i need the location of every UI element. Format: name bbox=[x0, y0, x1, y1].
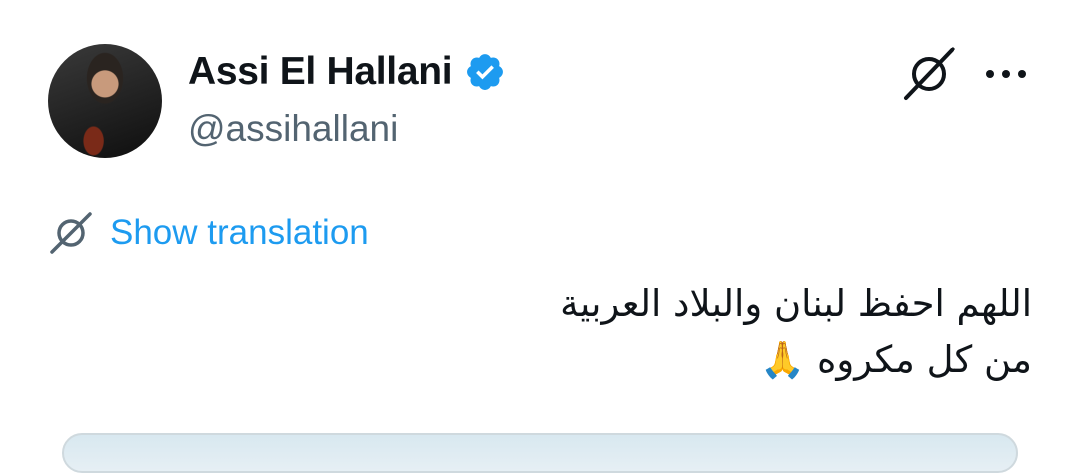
tweet-text: اللهم احفظ لبنان والبلاد العربية من كل م… bbox=[332, 276, 1032, 389]
more-options-icon[interactable] bbox=[980, 58, 1032, 90]
grok-icon bbox=[50, 212, 92, 254]
grok-icon[interactable] bbox=[900, 46, 958, 102]
author-name-row[interactable]: Assi El Hallani bbox=[188, 50, 506, 94]
tweet-line-2-text: من كل مكروه bbox=[816, 338, 1032, 381]
verified-badge-icon bbox=[467, 54, 504, 90]
tweet-line-2: من كل مكروه 🙏 bbox=[332, 332, 1032, 389]
show-translation-label[interactable]: Show translation bbox=[110, 213, 369, 253]
show-translation-button[interactable]: Show translation bbox=[48, 208, 369, 258]
tweet-line-1: اللهم احفظ لبنان والبلاد العربية bbox=[560, 282, 1032, 325]
author-handle[interactable]: @assihallani bbox=[188, 108, 398, 150]
praying-hands-emoji: 🙏 bbox=[760, 340, 806, 381]
avatar[interactable] bbox=[48, 44, 162, 158]
author-name[interactable]: Assi El Hallani bbox=[188, 50, 453, 94]
media-card[interactable] bbox=[62, 433, 1018, 473]
